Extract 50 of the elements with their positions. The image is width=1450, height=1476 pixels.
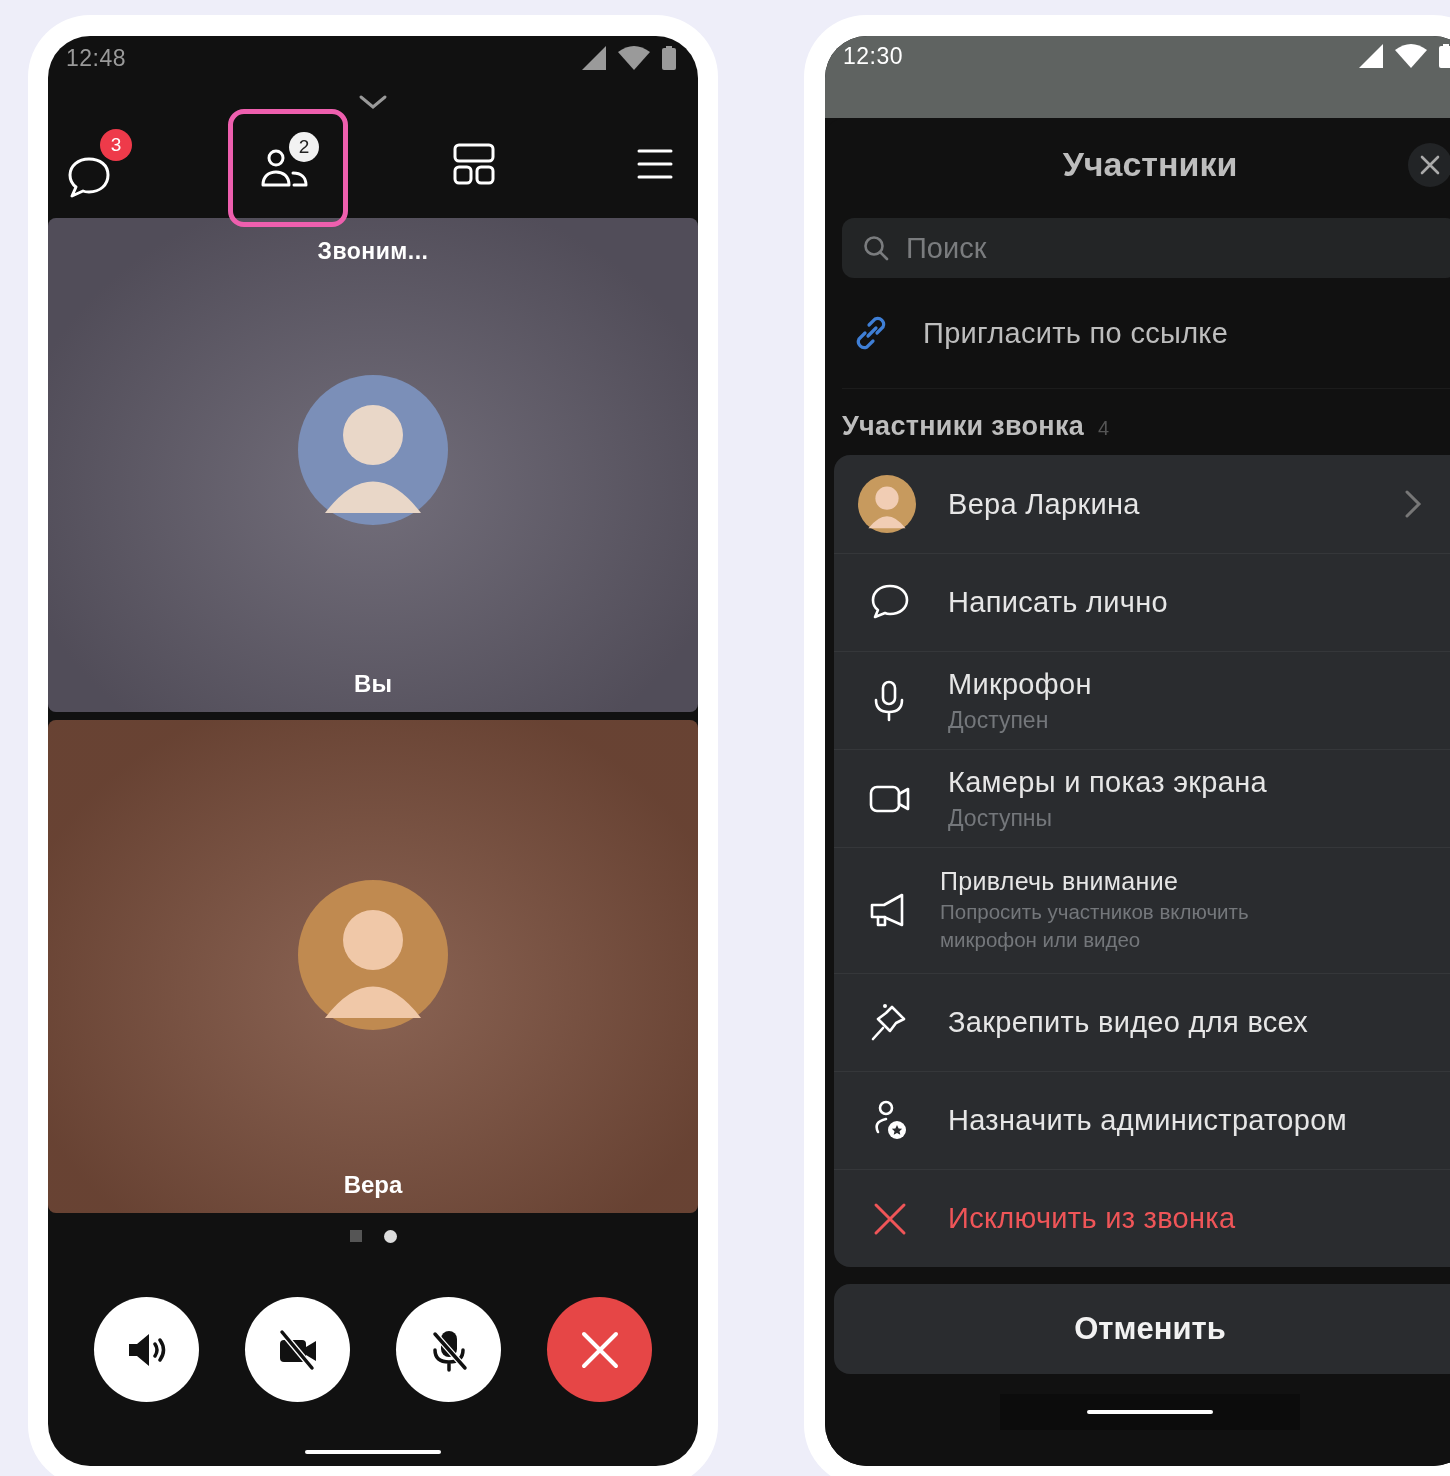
search-icon xyxy=(862,234,890,262)
status-time: 12:30 xyxy=(843,42,904,70)
count-badge: 3 xyxy=(100,129,132,161)
page-indicator[interactable] xyxy=(383,1229,397,1243)
avatar xyxy=(858,475,916,533)
chevron-down-icon[interactable] xyxy=(358,94,388,110)
chat-button[interactable]: 3 xyxy=(66,129,132,199)
close-button[interactable] xyxy=(1408,143,1450,187)
section-title: Участники звонка xyxy=(842,411,1085,442)
menu-item[interactable]: Назначить администратором xyxy=(834,1071,1450,1169)
participant-name: Вы xyxy=(354,670,392,698)
menu-label: Написать лично xyxy=(948,586,1168,619)
count-badge: 2 xyxy=(289,132,319,162)
search-field[interactable]: Поиск xyxy=(842,218,1450,278)
signal-icon xyxy=(582,46,606,70)
call-status: Звоним... xyxy=(317,238,429,265)
menu-label: Закрепить видео для всех xyxy=(948,1006,1309,1039)
menu-item[interactable]: Привлечь внимание Попросить участников включить микрофон или видео xyxy=(834,847,1450,973)
layout-button[interactable] xyxy=(452,142,496,186)
menu-item[interactable]: Камеры и показ экрана Доступны xyxy=(834,749,1450,847)
battery-icon xyxy=(662,46,676,70)
close-icon xyxy=(1419,154,1441,176)
menu-item[interactable]: Закрепить видео для всех xyxy=(834,973,1450,1071)
participant-count: 4 xyxy=(1098,417,1110,440)
menu-label: Исключить из звонка xyxy=(948,1202,1236,1235)
invite-link[interactable]: Пригласить по ссылке xyxy=(923,316,1229,350)
chat-icon xyxy=(66,155,112,199)
menu-item[interactable]: Микрофон Доступен xyxy=(834,651,1450,749)
wifi-icon xyxy=(1395,44,1427,68)
menu-label: Привлечь внимание xyxy=(940,867,1180,896)
menu-item[interactable]: Написать лично xyxy=(834,553,1450,651)
menu-subtitle: Доступны xyxy=(948,804,1054,832)
profile-row[interactable]: Вера Ларкина xyxy=(834,455,1450,553)
menu-label: Камеры и показ экрана xyxy=(948,765,1267,799)
menu-item[interactable]: Исключить из звонка xyxy=(834,1169,1450,1267)
wifi-icon xyxy=(618,46,650,70)
participant-name: Вера xyxy=(343,1171,403,1199)
menu-label: Вера Ларкина xyxy=(948,487,1141,521)
menu-label: Микрофон xyxy=(948,667,1092,701)
signal-icon xyxy=(1359,44,1383,68)
layout-icon xyxy=(452,142,496,186)
cancel-button[interactable]: Отменить xyxy=(834,1284,1450,1374)
menu-subtitle: Попросить участников включить микрофон или видео xyxy=(940,899,1250,953)
status-time: 12:48 xyxy=(66,44,127,72)
battery-icon xyxy=(1439,44,1450,68)
sheet-title: Участники xyxy=(1062,144,1238,184)
chevron-right-icon xyxy=(1404,489,1422,519)
menu-icon xyxy=(637,147,673,181)
menu-subtitle: Доступен xyxy=(948,706,1050,734)
menu-label: Назначить администратором xyxy=(948,1104,1347,1137)
